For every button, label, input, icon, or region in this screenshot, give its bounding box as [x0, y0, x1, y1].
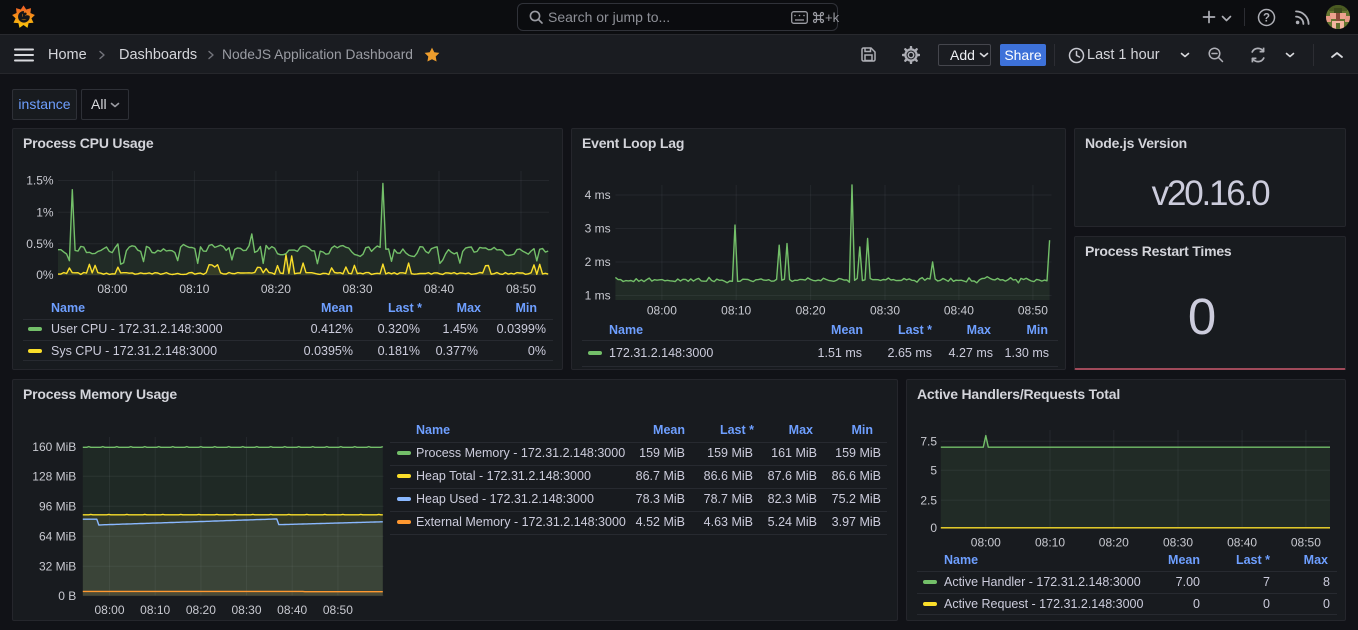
- svg-text:5: 5: [930, 463, 937, 477]
- svg-text:1%: 1%: [36, 205, 54, 219]
- svg-text:08:00: 08:00: [97, 282, 127, 296]
- svg-text:08:30: 08:30: [870, 304, 900, 318]
- svg-text:08:50: 08:50: [1291, 536, 1321, 550]
- svg-text:?: ?: [1263, 12, 1270, 24]
- svg-text:08:40: 08:40: [277, 603, 307, 617]
- svg-text:08:40: 08:40: [944, 304, 974, 318]
- svg-text:160 MiB: 160 MiB: [32, 440, 76, 454]
- svg-text:2 ms: 2 ms: [585, 255, 611, 269]
- svg-text:32 MiB: 32 MiB: [39, 560, 76, 574]
- svg-text:08:10: 08:10: [721, 304, 751, 318]
- svg-text:08:40: 08:40: [1227, 536, 1257, 550]
- svg-text:08:20: 08:20: [1099, 536, 1129, 550]
- svg-text:0%: 0%: [36, 268, 54, 282]
- svg-text:08:30: 08:30: [231, 603, 261, 617]
- svg-text:64 MiB: 64 MiB: [39, 529, 76, 543]
- svg-text:08:40: 08:40: [424, 282, 454, 296]
- svg-text:08:10: 08:10: [1035, 536, 1065, 550]
- svg-text:08:10: 08:10: [179, 282, 209, 296]
- svg-text:96 MiB: 96 MiB: [39, 499, 76, 513]
- svg-text:0: 0: [930, 521, 937, 535]
- svg-text:08:00: 08:00: [94, 603, 124, 617]
- svg-text:0.5%: 0.5%: [26, 237, 54, 251]
- svg-text:08:20: 08:20: [796, 304, 826, 318]
- svg-text:08:50: 08:50: [506, 282, 536, 296]
- svg-text:08:30: 08:30: [1163, 536, 1193, 550]
- svg-text:4 ms: 4 ms: [585, 188, 611, 202]
- svg-text:1.5%: 1.5%: [26, 174, 54, 188]
- svg-text:08:00: 08:00: [647, 304, 677, 318]
- svg-text:08:20: 08:20: [186, 603, 216, 617]
- svg-text:3 ms: 3 ms: [585, 222, 611, 236]
- svg-text:7.5: 7.5: [920, 435, 937, 449]
- svg-text:0 B: 0 B: [58, 589, 76, 603]
- svg-text:08:10: 08:10: [140, 603, 170, 617]
- svg-text:08:30: 08:30: [342, 282, 372, 296]
- svg-text:08:00: 08:00: [971, 536, 1001, 550]
- svg-text:08:50: 08:50: [323, 603, 353, 617]
- svg-text:08:20: 08:20: [261, 282, 291, 296]
- svg-text:128 MiB: 128 MiB: [32, 469, 76, 483]
- svg-text:2.5: 2.5: [920, 493, 937, 507]
- svg-text:08:50: 08:50: [1018, 304, 1048, 318]
- svg-text:1 ms: 1 ms: [585, 289, 611, 303]
